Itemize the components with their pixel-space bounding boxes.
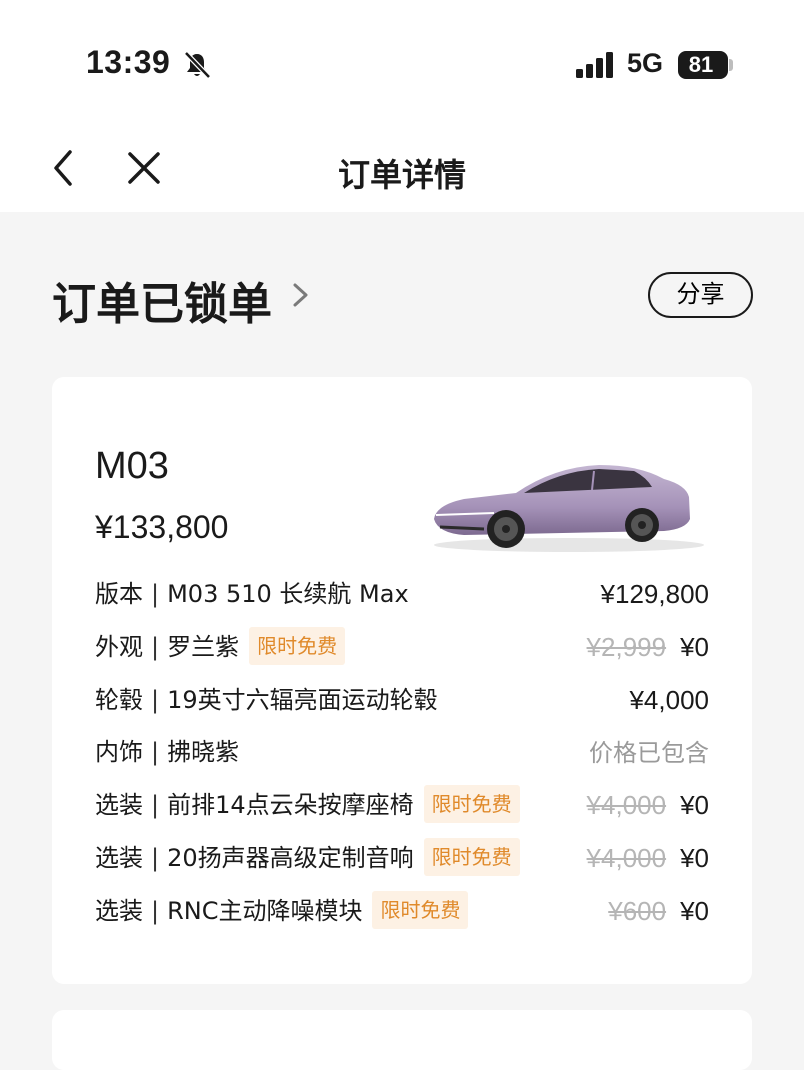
separator: | xyxy=(151,580,160,608)
original-price: ¥600 xyxy=(608,895,667,926)
spec-description: 选装 | 20扬声器高级定制音响 限时免费 xyxy=(95,838,520,878)
spec-price: ¥129,800 xyxy=(600,579,709,609)
separator: | xyxy=(151,738,160,767)
spec-row: 内饰 | 拂晓紫 价格已包含 xyxy=(95,732,709,772)
spec-price-group: ¥600 ¥0 xyxy=(608,891,709,931)
original-price: ¥4,000 xyxy=(586,790,667,821)
status-time: 13:39 xyxy=(86,44,171,80)
spec-description: 选装 | 前排14点云朵按摩座椅 限时免费 xyxy=(95,785,520,825)
page-title: 订单详情 xyxy=(337,156,466,194)
spec-price: ¥0 xyxy=(680,790,709,821)
spec-price: ¥0 xyxy=(680,843,709,873)
battery-cap xyxy=(729,59,733,71)
separator: | xyxy=(151,791,160,820)
spec-value: 罗兰紫 xyxy=(167,632,240,661)
top-bar: 13:39 5G 81 订单详情 xyxy=(0,0,804,212)
share-button[interactable]: 分享 xyxy=(648,272,753,318)
spec-row: 外观 | 罗兰紫 限时免费 ¥2,999 ¥0 xyxy=(95,626,709,667)
spec-row: 选装 | 前排14点云朵按摩座椅 限时免费 ¥4,000 ¥0 xyxy=(95,785,709,825)
spec-price: ¥4,000 xyxy=(629,684,709,715)
spec-row: 选装 | 20扬声器高级定制音响 限时免费 ¥4,000 ¥0 xyxy=(95,838,709,878)
spec-value: 20扬声器高级定制音响 xyxy=(167,844,414,872)
spec-description: 版本 | M03 510 长续航 Max xyxy=(95,574,409,614)
spec-price: ¥0 xyxy=(680,631,709,662)
spec-value: 拂晓紫 xyxy=(167,738,240,767)
car-model-name: M03 xyxy=(95,445,169,487)
spec-category: 外观 xyxy=(95,632,143,661)
spec-price: ¥0 xyxy=(680,895,709,926)
spec-category: 版本 xyxy=(95,580,143,608)
spec-category: 选装 xyxy=(95,844,143,872)
spec-category: 轮毂 xyxy=(95,685,143,714)
bell-muted-icon xyxy=(184,51,211,79)
order-summary-card: M03 ¥133,800 版本 | M03 510 长续航 Max ¥129,800 外… xyxy=(52,377,752,984)
separator: | xyxy=(151,632,160,661)
order-status-title[interactable]: 订单已锁单 xyxy=(52,268,272,332)
spec-price-group: ¥129,800 xyxy=(601,574,709,614)
spec-row: 轮毂 | 19英寸六辐亮面运动轮毂 ¥4,000 xyxy=(95,680,709,720)
spec-value: M03 510 长续航 Max xyxy=(167,580,409,608)
total-price: ¥133,800 xyxy=(95,509,229,545)
free-badge: 限时免费 xyxy=(249,626,346,665)
spec-category: 选装 xyxy=(95,896,143,925)
chevron-right-icon[interactable] xyxy=(287,280,313,310)
spec-category: 内饰 xyxy=(95,738,143,767)
spec-price-group: 价格已包含 xyxy=(589,732,709,773)
spec-price-group: ¥4,000 xyxy=(629,680,709,720)
price-included-note: 价格已包含 xyxy=(589,739,709,768)
next-section-card xyxy=(52,1010,752,1070)
spec-price-group: ¥4,000 ¥0 xyxy=(587,838,709,878)
car-image xyxy=(434,465,704,552)
free-badge: 限时免费 xyxy=(423,838,520,876)
spec-value: RNC主动降噪模块 xyxy=(167,896,363,925)
separator: | xyxy=(151,896,160,925)
spec-price-group: ¥4,000 ¥0 xyxy=(587,785,709,825)
spec-description: 轮毂 | 19英寸六辐亮面运动轮毂 xyxy=(95,680,438,720)
free-badge: 限时免费 xyxy=(423,785,520,824)
free-badge: 限时免费 xyxy=(372,890,469,929)
network-type: 5G xyxy=(627,48,664,78)
spec-category: 选装 xyxy=(95,791,143,820)
separator: | xyxy=(151,844,160,872)
separator: | xyxy=(151,685,160,714)
spec-description: 选装 | RNC主动降噪模块 限时免费 xyxy=(95,890,469,931)
signal-icon xyxy=(576,52,613,78)
spec-row: 选装 | RNC主动降噪模块 限时免费 ¥600 ¥0 xyxy=(95,890,709,931)
original-price: ¥2,999 xyxy=(586,631,667,662)
spec-description: 内饰 | 拂晓紫 xyxy=(95,732,239,772)
battery-indicator: 81 xyxy=(678,51,728,79)
original-price: ¥4,000 xyxy=(586,843,667,873)
spec-description: 外观 | 罗兰紫 限时免费 xyxy=(95,626,346,667)
spec-price-group: ¥2,999 ¥0 xyxy=(587,627,709,667)
spec-value: 19英寸六辐亮面运动轮毂 xyxy=(167,685,438,714)
spec-row: 版本 | M03 510 长续航 Max ¥129,800 xyxy=(95,574,709,614)
spec-value: 前排14点云朵按摩座椅 xyxy=(167,791,414,820)
